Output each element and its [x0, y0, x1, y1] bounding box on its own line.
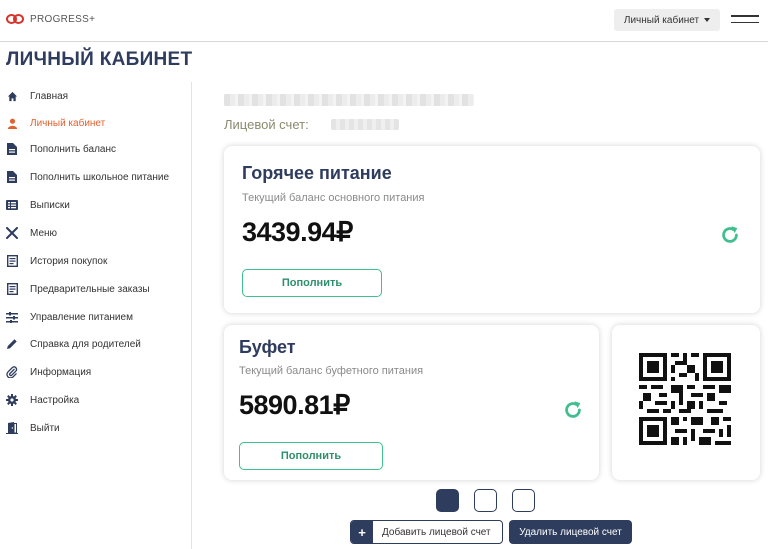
- sidebar-item-label: Настройка: [30, 394, 80, 406]
- sidebar-item-label: Информация: [30, 366, 92, 378]
- sidebar-item-logout[interactable]: Выйти: [6, 420, 60, 436]
- buffet-subtitle: Текущий баланс буфетного питания: [239, 365, 424, 377]
- receipt-icon: [6, 255, 18, 267]
- sidebar-item-label: Пополнить баланс: [30, 143, 116, 155]
- user-icon: [6, 117, 18, 129]
- buffet-card: Буфет Текущий баланс буфетного питания 5…: [224, 325, 599, 480]
- add-account-label: Добавить лицевой счет: [382, 526, 491, 538]
- buffet-topup-button[interactable]: Пополнить: [239, 442, 383, 470]
- receipt-icon: [6, 283, 18, 295]
- account-number-label: Лицевой счет:: [224, 117, 309, 132]
- buffet-title: Буфет: [239, 337, 296, 357]
- document-icon: [6, 143, 18, 155]
- sidebar-item-label: Главная: [30, 90, 69, 102]
- sidebar-item-topup[interactable]: Пополнить баланс: [6, 141, 116, 157]
- sidebar-item-settings[interactable]: Настройка: [6, 392, 79, 408]
- pager-dot-2[interactable]: [474, 489, 497, 512]
- brand-logo[interactable]: PROGRESS+: [6, 12, 95, 26]
- qr-code-icon[interactable]: [639, 353, 731, 445]
- sliders-icon: [6, 311, 18, 323]
- hot-meal-title: Горячее питание: [242, 163, 392, 183]
- user-name-redacted: [224, 94, 474, 106]
- document-icon: [6, 171, 18, 183]
- sidebar-item-school-meal-topup[interactable]: Пополнить школьное питание: [6, 169, 169, 185]
- sidebar-item-label: Выйти: [30, 422, 60, 434]
- sidebar-item-home[interactable]: Главная: [6, 88, 68, 104]
- page-title: ЛИЧНЫЙ КАБИНЕТ: [6, 49, 193, 70]
- account-dropdown[interactable]: Личный кабинет: [614, 9, 720, 31]
- hot-meal-balance: 3439.94₽: [242, 217, 353, 247]
- sidebar-item-parents-help[interactable]: Справка для родителей: [6, 336, 141, 352]
- plus-icon: +: [351, 521, 373, 543]
- home-icon: [6, 90, 18, 102]
- gear-icon: [6, 394, 18, 406]
- sidebar-item-label: Личный кабинет: [30, 117, 106, 129]
- sidebar-item-statements[interactable]: Выписки: [6, 197, 70, 213]
- pencil-icon: [6, 338, 18, 350]
- hot-meal-topup-button[interactable]: Пополнить: [242, 269, 382, 297]
- account-number-redacted: [331, 119, 399, 130]
- sidebar-item-label: Управление питанием: [30, 311, 133, 323]
- logo-mark-icon: [6, 12, 26, 26]
- caret-down-icon: [704, 18, 711, 22]
- sidebar-item-preorders[interactable]: Предварительные заказы: [6, 281, 150, 297]
- hamburger-menu-icon[interactable]: [731, 15, 759, 25]
- brand-name: PROGRESS+: [30, 13, 96, 25]
- sidebar-item-label: Предварительные заказы: [30, 283, 150, 295]
- refresh-icon[interactable]: [562, 399, 584, 421]
- add-account-button[interactable]: + Добавить лицевой счет: [350, 520, 503, 544]
- hot-meal-subtitle: Текущий баланс основного питания: [242, 192, 425, 204]
- sidebar-item-cabinet[interactable]: Личный кабинет: [6, 115, 105, 131]
- exit-icon: [6, 422, 18, 434]
- refresh-icon[interactable]: [719, 224, 741, 246]
- sidebar-item-meal-management[interactable]: Управление питанием: [6, 309, 133, 325]
- sidebar: Главная Личный кабинет Пополнить баланс …: [0, 82, 192, 549]
- list-icon: [6, 199, 18, 211]
- pager-dot-3[interactable]: [512, 489, 535, 512]
- top-bar: PROGRESS+ Личный кабинет: [0, 0, 768, 42]
- sidebar-item-label: Меню: [30, 227, 58, 239]
- sidebar-item-menu[interactable]: Меню: [6, 225, 57, 241]
- pager-dot-1[interactable]: [436, 489, 459, 512]
- carousel-pager: [436, 489, 535, 512]
- account-dropdown-label: Личный кабинет: [623, 14, 700, 26]
- sidebar-item-purchase-history[interactable]: История покупок: [6, 253, 107, 269]
- sidebar-item-label: Выписки: [30, 199, 70, 211]
- sidebar-item-information[interactable]: Информация: [6, 364, 91, 380]
- sidebar-item-label: История покупок: [30, 255, 108, 267]
- paperclip-icon: [6, 366, 18, 378]
- hot-meal-card: Горячее питание Текущий баланс основного…: [224, 146, 760, 313]
- sidebar-item-label: Справка для родителей: [30, 338, 141, 350]
- sidebar-item-label: Пополнить школьное питание: [30, 171, 170, 183]
- qr-code-card: [612, 325, 760, 480]
- delete-account-button[interactable]: Удалить лицевой счет: [509, 520, 632, 544]
- utensils-icon: [6, 227, 18, 239]
- buffet-balance: 5890.81₽: [239, 390, 350, 420]
